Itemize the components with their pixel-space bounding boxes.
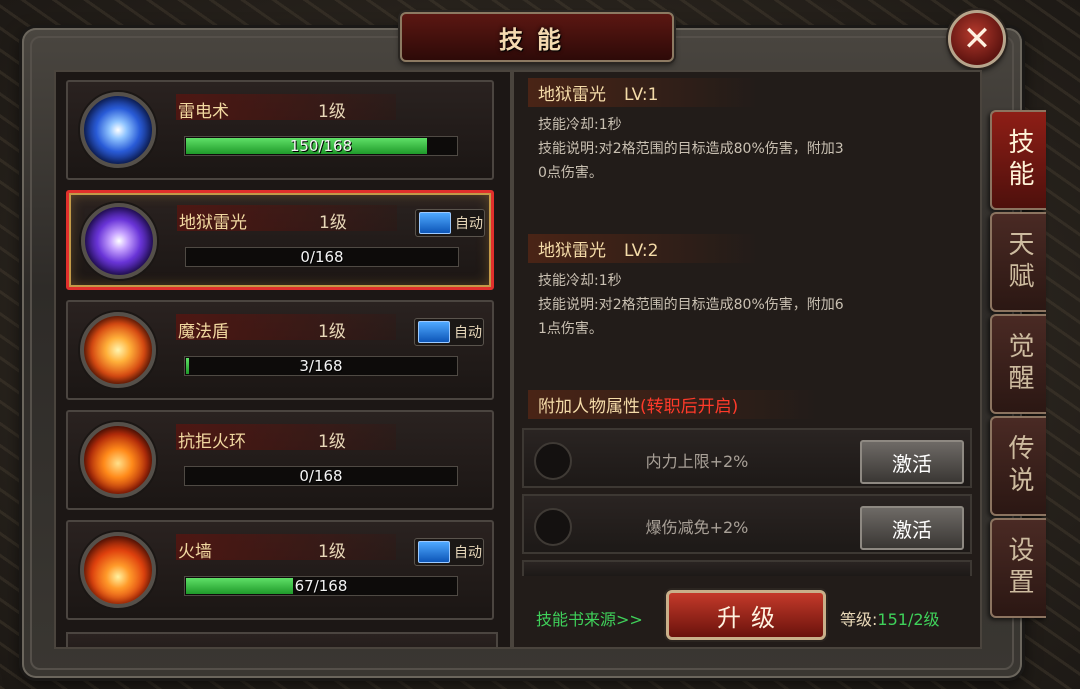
auto-label: 自动 xyxy=(455,216,483,232)
close-icon: ✕ xyxy=(962,19,992,59)
auto-label: 自动 xyxy=(454,545,482,561)
next-skill-lv: LV:2 xyxy=(624,241,659,261)
window-title-plaque: 技能 xyxy=(400,12,674,62)
attr-row-1: 爆伤减免+2% 激活 xyxy=(522,494,972,554)
current-desc-line2: 0点伤害。 xyxy=(538,165,603,181)
attr-row-partial xyxy=(522,560,972,576)
skill-row-3[interactable]: 抗拒火环 1级 0/168 xyxy=(66,410,494,510)
skill-level: 1级 xyxy=(318,432,346,452)
skill-row-0[interactable]: 雷电术 1级 150/168 xyxy=(66,80,494,180)
level-info: 等级:151/2级 xyxy=(840,606,940,630)
skill-progress-text: 0/168 xyxy=(299,467,343,485)
magic-shield-skill-icon xyxy=(80,312,156,388)
hell-lightning-skill-icon xyxy=(81,203,157,279)
lightning-skill-icon xyxy=(80,92,156,168)
skill-progress-bar: 0/168 xyxy=(184,466,458,486)
window-title: 技能 xyxy=(499,25,575,54)
attr-row-0: 内力上限+2% 激活 xyxy=(522,428,972,488)
skill-level: 1级 xyxy=(318,542,346,562)
skill-name: 地狱雷光 xyxy=(179,213,247,233)
auto-toggle[interactable]: 自动 xyxy=(415,209,485,237)
skill-row-1[interactable]: 地狱雷光 1级 自动 0/168 xyxy=(66,190,494,290)
skill-progress-text: 150/168 xyxy=(289,137,353,155)
auto-checkbox[interactable] xyxy=(418,541,450,563)
tab-legend[interactable]: 传说 xyxy=(990,416,1046,516)
attr-heading-note: (转职后开启) xyxy=(640,397,739,417)
auto-toggle[interactable]: 自动 xyxy=(414,538,484,566)
skill-progress-bar: 150/168 xyxy=(184,136,458,156)
level-value: 151/2级 xyxy=(877,610,940,629)
skill-progress-bar: 3/168 xyxy=(184,356,458,376)
skill-list[interactable]: 雷电术 1级 150/168 地狱雷光 1级 自动 0/168 魔法盾 1级 自… xyxy=(54,70,512,649)
skill-name: 火墙 xyxy=(178,542,212,562)
current-desc-line1: 技能说明:对2格范围的目标造成80%伤害，附加3 xyxy=(538,141,844,157)
attr-heading: 附加人物属性(转职后开启) xyxy=(528,390,819,419)
current-skill-lv: LV:1 xyxy=(624,85,659,105)
next-skill-name: 地狱雷光 xyxy=(538,241,606,261)
skill-name: 魔法盾 xyxy=(178,322,229,342)
close-button[interactable]: ✕ xyxy=(948,10,1006,68)
auto-checkbox[interactable] xyxy=(418,321,450,343)
next-desc-line2: 1点伤害。 xyxy=(538,321,603,337)
skill-level: 1级 xyxy=(319,213,347,233)
current-cooldown: 技能冷却:1秒 xyxy=(538,117,622,133)
auto-checkbox[interactable] xyxy=(419,212,451,234)
skill-detail-panel: 地狱雷光 LV:1 技能冷却:1秒 技能说明:对2格范围的目标造成80%伤害，附加… xyxy=(512,70,982,649)
auto-toggle[interactable]: 自动 xyxy=(414,318,484,346)
skill-row-partial[interactable] xyxy=(66,632,498,647)
tab-talent[interactable]: 天赋 xyxy=(990,212,1046,312)
tab-settings[interactable]: 设置 xyxy=(990,518,1046,618)
attr-text: 爆伤减免+2% xyxy=(645,518,749,537)
next-cooldown: 技能冷却:1秒 xyxy=(538,273,622,289)
skill-name: 雷电术 xyxy=(178,102,229,122)
skill-name: 抗拒火环 xyxy=(178,432,246,452)
tab-awaken[interactable]: 觉醒 xyxy=(990,314,1046,414)
skill-book-source-link[interactable]: 技能书来源>> xyxy=(536,606,643,630)
skill-progress-bar: 0/168 xyxy=(185,247,459,267)
level-label: 等级: xyxy=(840,610,878,629)
fire-wall-skill-icon xyxy=(80,532,156,608)
skill-level: 1级 xyxy=(318,322,346,342)
skill-progress-text: 3/168 xyxy=(299,357,343,375)
skill-level: 1级 xyxy=(318,102,346,122)
skill-row-2[interactable]: 魔法盾 1级 自动 3/168 xyxy=(66,300,494,400)
repel-fire-ring-skill-icon xyxy=(80,422,156,498)
current-skill-heading: 地狱雷光 LV:1 xyxy=(528,78,759,107)
attr-heading-text: 附加人物属性 xyxy=(538,397,640,417)
tab-skills[interactable]: 技能 xyxy=(990,110,1046,210)
skill-progress-text: 67/168 xyxy=(294,577,348,595)
auto-label: 自动 xyxy=(454,325,482,341)
skill-row-4[interactable]: 火墙 1级 自动 67/168 xyxy=(66,520,494,620)
next-desc-line1: 技能说明:对2格范围的目标造成80%伤害，附加6 xyxy=(538,297,844,313)
skill-progress-text: 0/168 xyxy=(300,248,344,266)
current-skill-name: 地狱雷光 xyxy=(538,85,606,105)
activate-button[interactable]: 激活 xyxy=(860,440,964,484)
activate-button[interactable]: 激活 xyxy=(860,506,964,550)
attr-text: 内力上限+2% xyxy=(645,452,749,471)
upgrade-button[interactable]: 升级 xyxy=(666,590,826,640)
skill-progress-bar: 67/168 xyxy=(184,576,458,596)
next-skill-heading: 地狱雷光 LV:2 xyxy=(528,234,759,263)
